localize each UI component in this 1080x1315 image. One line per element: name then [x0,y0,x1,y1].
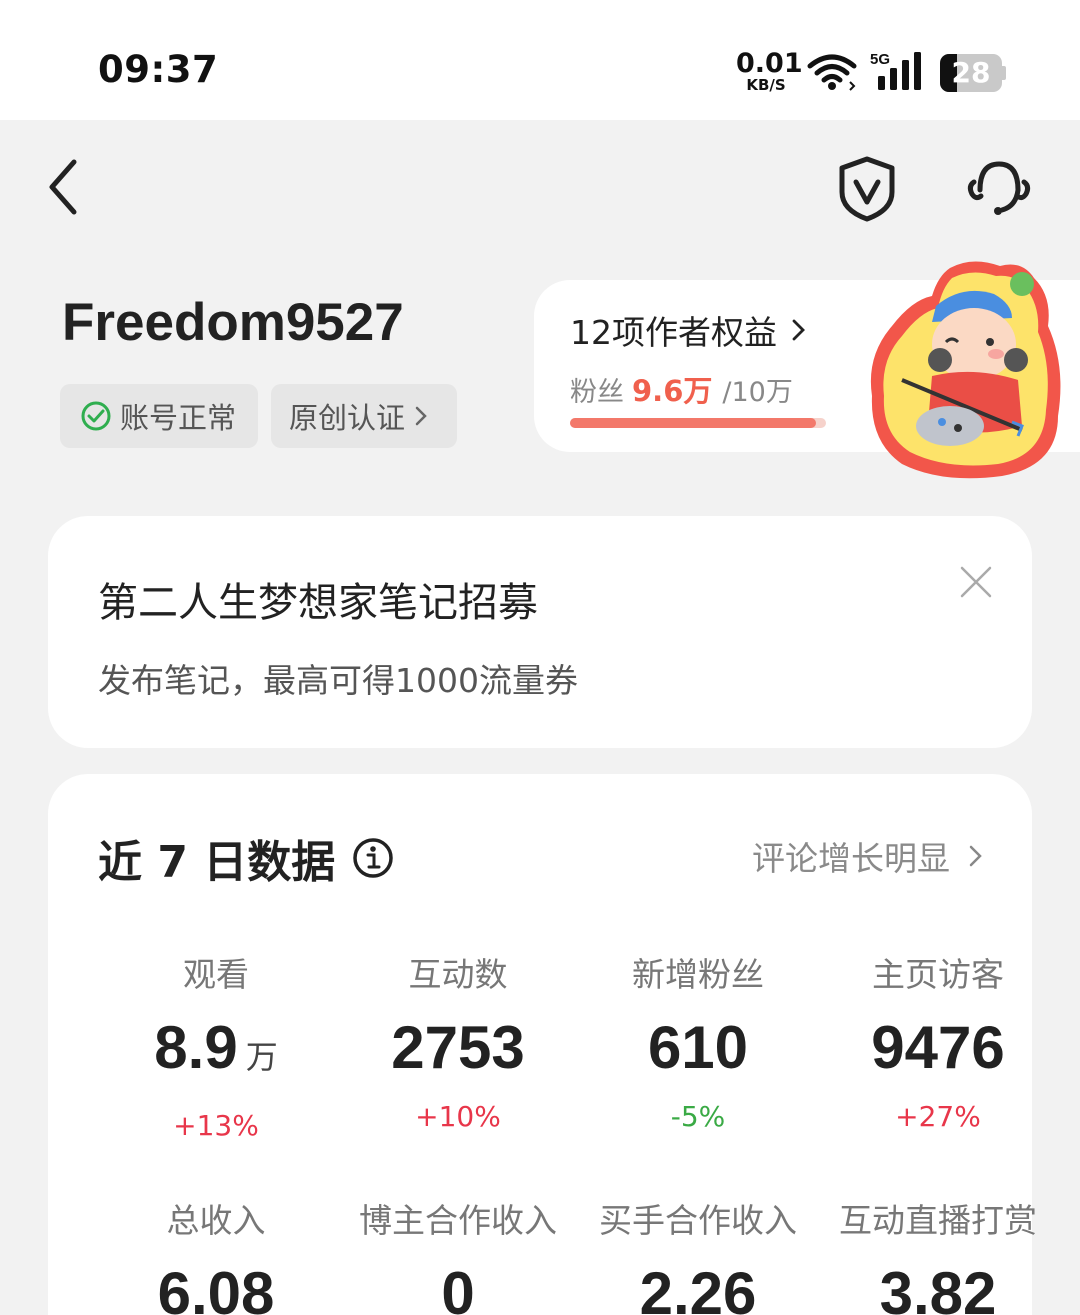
metric-change: -5% [670,1100,726,1133]
metric-value: 8.9 万 [154,1014,278,1081]
back-button[interactable] [40,152,90,222]
metric-value: 3.82 [879,1260,997,1315]
chevron-right-icon [792,319,805,341]
original-cert-label: 原创认证 [289,401,406,435]
account-status-label: 账号正常 [120,401,237,435]
metric-label: 主页访客 [872,955,1004,994]
author-rights-link[interactable]: 12项作者权益 [570,306,807,354]
stats-hint: 评论增长明显 [752,839,950,878]
battery-level: 28 [951,56,991,89]
shield-v-icon[interactable] [834,154,900,224]
stats-hint-link[interactable]: 评论增长明显 [752,832,984,880]
metric-unit: 万 [245,1038,278,1076]
metric-value: 6.08 [157,1260,275,1315]
seven-day-stats-card: 近 7 日数据 评论增长明显 观看 8.9 万 +13% 互动数 2753 +10… [48,774,1037,1315]
metric-value: 2.26 [639,1260,757,1315]
info-icon[interactable] [351,836,395,880]
metric-new-fans[interactable]: 新增粉丝 610 -5% [578,948,818,1133]
cellular-signal-icon: 5G [870,51,921,90]
account-status-tag[interactable]: 账号正常 [60,384,258,448]
metric-profile-visitors[interactable]: 主页访客 9476 +27% [818,948,1058,1133]
original-cert-button[interactable]: 原创认证 [271,384,457,448]
metric-buyer-coop-income[interactable]: 买手合作收入 2.26 [578,1194,818,1315]
network-speed: 0.01 KB/S [736,48,803,94]
metric-label: 互动数 [408,955,508,994]
metric-label: 总收入 [166,1201,266,1240]
network-speed-unit: KB/S [746,76,786,94]
metric-live-tips[interactable]: 互动直播打赏 3.82 [818,1194,1058,1315]
metric-blogger-coop-income[interactable]: 博主合作收入 0 [338,1194,578,1315]
promo-banner[interactable]: 第二人生梦想家笔记招募 发布笔记，最高可得1000流量券 [48,516,1032,748]
chevron-right-icon [969,845,982,867]
fans-progress-fill [570,418,816,428]
metric-label: 互动直播打赏 [839,1201,1037,1240]
metric-value: 9476 [871,1014,1005,1081]
metric-value: 610 [647,1014,749,1081]
metric-label: 观看 [183,955,249,994]
status-bar: 09:37 0.01 KB/S 5G 28 [0,0,1080,120]
fans-label: 粉丝 [570,377,624,408]
battery-icon: 28 [940,54,1006,92]
chevron-right-icon [415,406,427,426]
metric-value: 0 [441,1260,475,1315]
metric-interactions[interactable]: 互动数 2753 +10% [338,948,578,1133]
status-time: 09:37 [98,48,219,91]
mascot-sticker [870,261,1061,479]
metric-label: 买手合作收入 [599,1201,797,1240]
fans-current: 9.6万 [632,374,713,408]
wifi-icon [807,54,857,91]
stats-title: 近 7 日数据 [98,837,336,888]
metric-change: +13% [173,1109,259,1142]
promo-title: 第二人生梦想家笔记招募 [98,580,538,626]
username: Freedom9527 [62,293,404,352]
stats-title-row: 近 7 日数据 [98,826,395,890]
close-icon[interactable] [956,562,996,602]
metric-total-income[interactable]: 总收入 6.08 [96,1194,336,1315]
promo-description: 发布笔记，最高可得1000流量券 [98,661,578,700]
fans-progress-text: 粉丝 9.6万 /10万 [570,368,793,410]
metric-views[interactable]: 观看 8.9 万 +13% [96,948,336,1142]
metric-value: 2753 [391,1014,525,1081]
fans-progress-bar [570,418,826,428]
customer-service-icon[interactable] [964,156,1034,222]
check-circle-icon [81,401,111,431]
metric-label: 博主合作收入 [359,1201,557,1240]
fans-target: /10万 [722,377,793,408]
metric-change: +27% [895,1100,981,1133]
metric-change: +10% [415,1100,501,1133]
network-speed-value: 0.01 [736,48,803,79]
author-rights-title: 12项作者权益 [570,313,777,352]
metric-label: 新增粉丝 [632,955,764,994]
svg-text:5G: 5G [870,51,890,68]
